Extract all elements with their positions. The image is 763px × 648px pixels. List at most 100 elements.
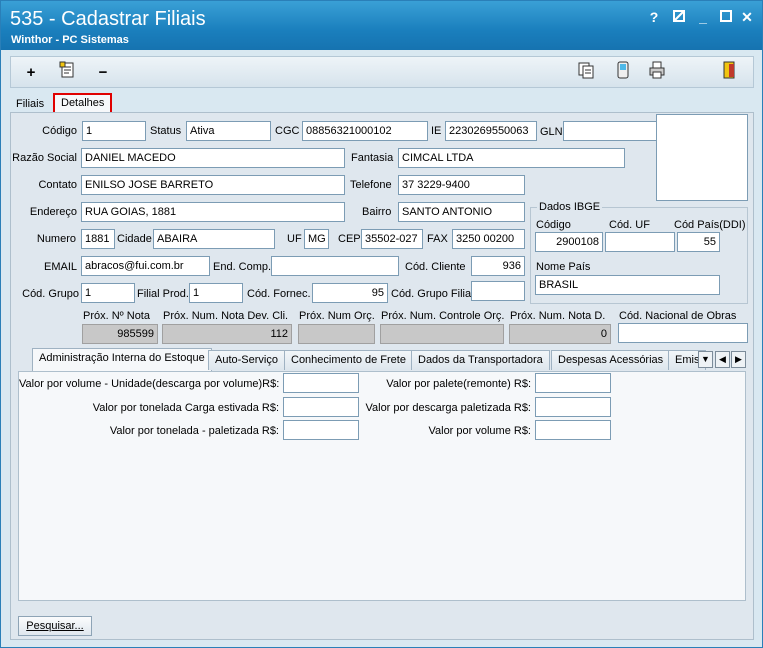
codgrupo-field[interactable]: 1 bbox=[81, 283, 135, 303]
edit-document-icon bbox=[59, 61, 74, 78]
telefone-label: Telefone bbox=[350, 179, 392, 191]
restore-button[interactable] bbox=[671, 9, 687, 25]
cep-field[interactable]: 35502-027 bbox=[361, 229, 423, 249]
codgrupofilial-label: Cód. Grupo Filial bbox=[391, 288, 474, 300]
valor-tonelada-estivada-label: Valor por tonelada Carga estivada R$: bbox=[92, 402, 279, 414]
endcomp-field[interactable] bbox=[271, 256, 399, 276]
tab-administracao-estoque[interactable]: Administração Interna do Estoque bbox=[32, 348, 212, 371]
codfornec-label: Cód. Fornec. bbox=[247, 288, 311, 300]
tab-scroll-right-button[interactable]: ▶ bbox=[731, 351, 746, 368]
pesquisar-button[interactable]: Pesquisar... bbox=[18, 616, 92, 636]
numero-label: Numero bbox=[36, 233, 76, 245]
uf-label: UF bbox=[287, 233, 302, 245]
pesquisar-label: Pesquisar... bbox=[26, 620, 84, 632]
valor-tonelada-paletizada-field[interactable] bbox=[283, 420, 359, 440]
main-window: 535 - Cadastrar Filiais Winthor - PC Sis… bbox=[0, 0, 763, 648]
ie-field[interactable]: 2230269550063 bbox=[445, 121, 537, 141]
copy-button[interactable] bbox=[574, 61, 598, 85]
valor-descarga-paletizada-label: Valor por descarga paletizada R$: bbox=[365, 402, 531, 414]
prox-obras-field[interactable] bbox=[618, 323, 748, 343]
valor-descarga-paletizada-field[interactable] bbox=[535, 397, 611, 417]
endcomp-label: End. Comp. bbox=[213, 261, 272, 273]
prox-obras-label: Cód. Nacional de Obras bbox=[619, 310, 737, 322]
codigo-field[interactable]: 1 bbox=[82, 121, 146, 141]
photo-box[interactable] bbox=[656, 114, 748, 201]
maximize-icon bbox=[720, 10, 732, 22]
help-button[interactable]: ? bbox=[646, 9, 662, 25]
email-field[interactable]: abracos@fui.com.br bbox=[81, 256, 210, 276]
valor-palete-field[interactable] bbox=[535, 373, 611, 393]
filialprod-label: Filial Prod. bbox=[137, 288, 189, 300]
ie-label: IE bbox=[431, 125, 442, 137]
device-button[interactable] bbox=[611, 61, 635, 85]
fax-field[interactable]: 3250 00200 bbox=[452, 229, 525, 249]
ibge-nomepais-field[interactable]: BRASIL bbox=[535, 275, 720, 295]
ibge-coduf-label: Cód. UF bbox=[609, 219, 650, 231]
prox-nota-field: 985599 bbox=[82, 324, 158, 344]
ibge-coduf-field[interactable] bbox=[605, 232, 675, 252]
prox-orc-label: Próx. Num Orç. bbox=[299, 310, 375, 322]
cgc-field[interactable]: 08856321000102 bbox=[302, 121, 428, 141]
endereco-label: Endereço bbox=[29, 206, 77, 218]
contato-field[interactable]: ENILSO JOSE BARRETO bbox=[81, 175, 345, 195]
prox-notadev-label: Próx. Num. Nota Dev. Cli. bbox=[163, 310, 289, 322]
prox-notadev-field: 112 bbox=[162, 324, 292, 344]
window-subtitle: Winthor - PC Sistemas bbox=[11, 34, 129, 46]
valor-volume-unidade-label: Valor por volume - Unidade(descarga por … bbox=[19, 378, 280, 390]
valor-volume-field[interactable] bbox=[535, 420, 611, 440]
codgrupofilial-field[interactable] bbox=[471, 281, 525, 301]
filialprod-field[interactable]: 1 bbox=[189, 283, 243, 303]
minimize-button[interactable]: _ bbox=[695, 9, 711, 25]
remove-button[interactable]: − bbox=[91, 61, 115, 85]
maximize-button[interactable] bbox=[718, 9, 734, 25]
tab-dados-transportadora[interactable]: Dados da Transportadora bbox=[411, 350, 550, 370]
cidade-label: Cidade bbox=[117, 233, 152, 245]
uf-field[interactable]: MG bbox=[304, 229, 329, 249]
codcliente-field[interactable]: 936 bbox=[471, 256, 525, 276]
valor-palete-label: Valor por palete(remonte) R$: bbox=[386, 378, 531, 390]
valor-tonelada-estivada-field[interactable] bbox=[283, 397, 359, 417]
ibge-codpais-field[interactable]: 55 bbox=[677, 232, 720, 252]
valor-tonelada-paletizada-label: Valor por tonelada - paletizada R$: bbox=[109, 425, 279, 437]
ibge-title: Dados IBGE bbox=[537, 201, 603, 213]
cep-label: CEP bbox=[338, 233, 361, 245]
printer-icon bbox=[649, 61, 665, 79]
ibge-codpais-label: Cód País(DDI) bbox=[674, 219, 746, 231]
print-button[interactable] bbox=[645, 61, 669, 85]
ibge-codigo-field[interactable]: 2900108 bbox=[535, 232, 603, 252]
tab-conhecimento-frete[interactable]: Conhecimento de Frete bbox=[284, 350, 413, 370]
tab-despesas-acessorias[interactable]: Despesas Acessórias bbox=[551, 350, 671, 370]
window-title: 535 - Cadastrar Filiais bbox=[10, 8, 206, 30]
add-button[interactable]: + bbox=[19, 61, 43, 85]
razao-field[interactable]: DANIEL MACEDO bbox=[81, 148, 345, 168]
numero-field[interactable]: 1881 bbox=[81, 229, 115, 249]
tab-dropdown-button[interactable]: ▼ bbox=[698, 351, 713, 368]
tab-auto-servico[interactable]: Auto-Serviço bbox=[208, 350, 285, 370]
tab-detalhes[interactable]: Detalhes bbox=[53, 93, 113, 114]
exit-button[interactable] bbox=[717, 61, 741, 85]
valor-volume-unidade-field[interactable] bbox=[283, 373, 359, 393]
bairro-field[interactable]: SANTO ANTONIO bbox=[398, 202, 525, 222]
codfornec-field[interactable]: 95 bbox=[312, 283, 388, 303]
gln-field[interactable] bbox=[563, 121, 657, 141]
fax-label: FAX bbox=[427, 233, 448, 245]
restore-icon bbox=[673, 10, 685, 22]
close-button[interactable]: ✕ bbox=[739, 9, 755, 25]
gln-label: GLN bbox=[540, 126, 563, 138]
telefone-field[interactable]: 37 3229-9400 bbox=[398, 175, 525, 195]
device-icon bbox=[617, 61, 629, 79]
cidade-field[interactable]: ABAIRA bbox=[153, 229, 275, 249]
email-label: EMAIL bbox=[43, 261, 77, 273]
endereco-field[interactable]: RUA GOIAS, 1881 bbox=[81, 202, 345, 222]
copy-icon bbox=[578, 62, 594, 79]
codcliente-label: Cód. Cliente bbox=[405, 261, 466, 273]
prox-notad-field: 0 bbox=[509, 324, 611, 344]
cgc-label: CGC bbox=[275, 125, 300, 137]
status-field[interactable]: Ativa bbox=[186, 121, 271, 141]
edit-button[interactable] bbox=[56, 61, 80, 85]
title-bar: 535 - Cadastrar Filiais Winthor - PC Sis… bbox=[1, 1, 762, 50]
fantasia-field[interactable]: CIMCAL LTDA bbox=[398, 148, 625, 168]
prox-ctrl-label: Próx. Num. Controle Orç. bbox=[381, 310, 505, 322]
tab-scroll-left-button[interactable]: ◀ bbox=[715, 351, 730, 368]
status-label: Status bbox=[150, 125, 182, 137]
